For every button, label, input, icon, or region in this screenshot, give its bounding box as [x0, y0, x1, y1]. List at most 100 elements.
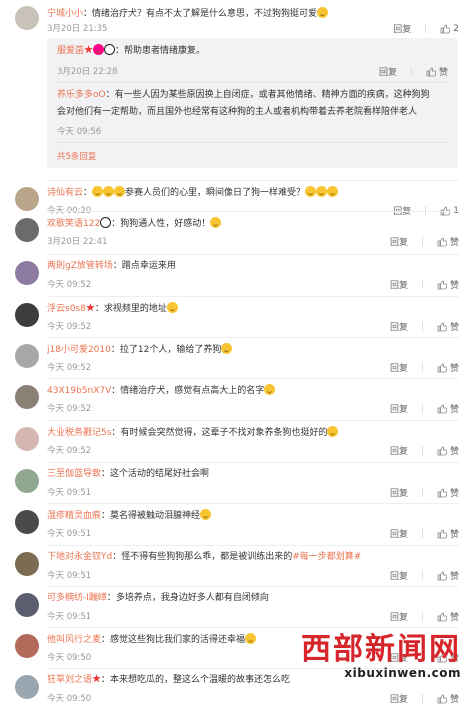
avatar[interactable]	[15, 187, 39, 211]
reply-panel: 服爱菡 ：帮助患者情绪康复。 3月20日 22:28 回复 赞 养乐多多oO：有一…	[47, 38, 458, 168]
comment-item: 两則gZ放管转场：蹭点幸运来用 今天 09:52 回复赞	[0, 254, 469, 294]
reply-item: 服爱菡 ：帮助患者情绪康复。	[57, 44, 206, 56]
cry-laugh-emoji-icon	[305, 186, 317, 197]
timestamp: 今天 09:52	[47, 404, 92, 414]
avatar[interactable]	[15, 344, 39, 368]
reply-button[interactable]: 回复	[390, 361, 408, 374]
divider	[421, 322, 423, 331]
like-button[interactable]: 赞	[437, 569, 459, 582]
username[interactable]: 下地对永金钗Yd	[47, 552, 112, 562]
thumb-up-icon	[437, 404, 447, 413]
username[interactable]: 诗仙有云	[47, 188, 83, 198]
avatar[interactable]	[15, 6, 39, 30]
like-label: 赞	[449, 613, 459, 623]
username[interactable]: 他叫风行之麦	[47, 635, 101, 645]
reply-button[interactable]: 回复	[390, 278, 408, 291]
like-label: 赞	[449, 572, 459, 582]
thumb-up-icon	[437, 363, 447, 372]
avatar[interactable]	[15, 303, 39, 327]
avatar[interactable]	[15, 261, 39, 285]
star-badge-icon	[86, 303, 95, 312]
avatar[interactable]	[15, 552, 39, 576]
like-label: 赞	[449, 489, 459, 499]
username[interactable]: j18小可爱2010	[47, 345, 111, 355]
like-button[interactable]: 2	[440, 24, 459, 34]
reply-button[interactable]: 回复	[393, 22, 411, 35]
reply-button[interactable]: 回复	[390, 527, 408, 540]
reply-button[interactable]: 回复	[390, 610, 408, 623]
reply-button[interactable]: 回复	[379, 65, 397, 78]
username[interactable]: 可多楠纺-I蹦嶂	[47, 593, 107, 603]
reply-button[interactable]: 回复	[390, 444, 408, 457]
username[interactable]: 养乐多多oO	[57, 90, 106, 100]
comment-item: 下地对永金钗Yd：怪不得有些狗狗那么乖，都是被训练出来的#每一步都划算# 今天 0…	[0, 545, 469, 585]
reply-button[interactable]: 回复	[390, 235, 408, 248]
comment-item: 大业税务戳记5s：有时候会突然觉得，这辈子不找对象养条狗也挺好的 今天 09:52…	[0, 420, 469, 460]
like-button[interactable]: 赞	[437, 278, 459, 291]
avatar[interactable]	[15, 593, 39, 617]
comment-text: 本来想吃瓜的，整这么个温暖的故事还怎么吃	[110, 675, 291, 685]
username[interactable]: 宁城小小	[47, 9, 83, 19]
username[interactable]: 欢歌笑语122	[47, 219, 100, 229]
username[interactable]: 服爱菡	[57, 46, 84, 56]
like-button[interactable]: 赞	[426, 65, 448, 78]
username[interactable]: 大业税务戳记5s	[47, 428, 111, 438]
reply-button[interactable]: 回复	[390, 320, 408, 333]
watermark-title: 西部新闻网	[301, 632, 461, 667]
like-button[interactable]: 赞	[437, 402, 459, 415]
avatar[interactable]	[15, 510, 39, 534]
comment-text: 多培养点，我身边好多人都有自闭倾向	[115, 593, 269, 603]
avatar[interactable]	[15, 675, 39, 699]
timestamp: 3月20日 22:28	[57, 67, 118, 77]
username[interactable]: 两則gZ放管转场	[47, 261, 113, 271]
like-button[interactable]: 赞	[437, 610, 459, 623]
timestamp: 今天 09:52	[47, 322, 92, 332]
avatar[interactable]	[15, 469, 39, 493]
like-label: 赞	[449, 238, 459, 248]
like-label: 赞	[449, 530, 459, 540]
avatar[interactable]	[15, 218, 39, 242]
divider	[47, 586, 459, 587]
laugh-emoji-icon	[92, 186, 104, 197]
like-button[interactable]: 赞	[437, 361, 459, 374]
star-badge-icon	[84, 45, 93, 54]
watermark: 西部新闻网 xibuxinwen.com	[301, 632, 461, 681]
username[interactable]: 浮云s0s8	[47, 304, 86, 314]
reply-button[interactable]: 回复	[390, 402, 408, 415]
divider	[47, 420, 459, 421]
timestamp: 今天 09:51	[47, 529, 92, 539]
like-button[interactable]: 赞	[437, 692, 459, 705]
divider	[421, 488, 423, 497]
like-button[interactable]: 赞	[437, 527, 459, 540]
like-button[interactable]: 赞	[437, 320, 459, 333]
comment-item: j18小可爱2010：拉了12个人，输给了养狗 今天 09:52 回复赞	[0, 337, 469, 377]
username[interactable]: 三至伽蓝导致	[47, 469, 101, 479]
thumb-up-icon	[440, 24, 451, 33]
watermark-url: xibuxinwen.com	[344, 666, 461, 680]
like-button[interactable]: 赞	[437, 444, 459, 457]
comment-item: 湿疹精灵血痕：莫名得被触动泪腺神经 今天 09:51 回复赞	[0, 503, 469, 543]
like-button[interactable]: 赞	[437, 235, 459, 248]
username[interactable]: 狂草刘之语	[47, 675, 92, 685]
username[interactable]: 湿疹精灵血痕	[47, 511, 101, 521]
divider	[421, 280, 423, 289]
timestamp: 今天 09:56	[57, 127, 102, 137]
avatar[interactable]	[15, 427, 39, 451]
reply-button[interactable]: 回复	[390, 486, 408, 499]
avatar[interactable]	[15, 634, 39, 658]
reply-button[interactable]: 回复	[390, 692, 408, 705]
more-replies-link[interactable]: 共5条回复	[57, 150, 96, 162]
like-button[interactable]: 赞	[437, 486, 459, 499]
reply-button[interactable]: 回复	[390, 569, 408, 582]
like-label: 赞	[449, 405, 459, 415]
username[interactable]: 43X19b5nX7V	[47, 386, 111, 396]
divider	[47, 254, 459, 255]
timestamp: 今天 09:51	[47, 612, 92, 622]
hashtag-link[interactable]: #每一步都划算#	[292, 552, 361, 562]
comment-text: 这个活动的结尾好社会啊	[110, 469, 210, 479]
thumb-up-icon	[437, 571, 447, 580]
timestamp: 今天 09:50	[47, 694, 92, 704]
avatar[interactable]	[15, 385, 39, 409]
laugh-emoji-icon	[103, 186, 115, 197]
thumb-up-icon	[437, 280, 447, 289]
